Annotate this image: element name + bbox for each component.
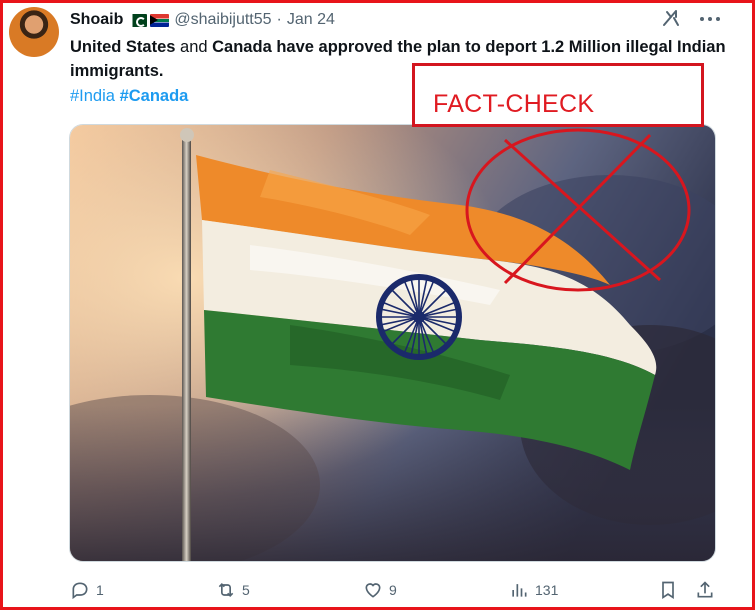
repost-button[interactable]: 5 [216, 580, 250, 600]
repost-icon [218, 582, 234, 598]
like-count: 9 [389, 582, 397, 598]
bookmark-button[interactable] [658, 580, 684, 600]
flag-pakistan-icon [128, 13, 148, 27]
views-icon [512, 584, 527, 597]
hashtag-canada[interactable]: #Canada [120, 87, 189, 105]
hashtag-india[interactable]: #India [70, 87, 115, 105]
avatar[interactable] [9, 7, 59, 57]
user-handle[interactable]: @shaibijutt55 [174, 11, 271, 29]
bookmark-icon [662, 581, 674, 600]
reply-button[interactable]: 1 [70, 580, 104, 600]
timestamp[interactable]: Jan 24 [287, 11, 335, 29]
hashtags: #India #Canada [70, 85, 188, 107]
tweet-actions: 1 5 9 131 [70, 578, 720, 604]
reply-count: 1 [96, 582, 104, 598]
flag-image [70, 125, 715, 561]
fact-check-label: FACT-CHECK [433, 90, 595, 118]
tweet-header: Shoaib @shaibijutt55 · Jan 24 [70, 9, 335, 31]
fact-check-box: FACT-CHECK [412, 63, 704, 127]
flag-south-africa-icon [150, 13, 170, 27]
tweet-image[interactable] [69, 124, 716, 562]
more-icon[interactable] [700, 9, 720, 29]
separator: · [276, 11, 282, 28]
views-count: 131 [535, 582, 559, 598]
display-name[interactable]: Shoaib [70, 11, 123, 29]
share-button[interactable] [695, 580, 721, 600]
share-icon [697, 581, 713, 598]
reply-icon [72, 582, 88, 600]
like-icon [365, 583, 381, 598]
text-part-canada: Canada [212, 38, 272, 56]
grok-icon[interactable] [661, 8, 681, 28]
ashoka-chakra-icon [376, 274, 462, 360]
views-button[interactable]: 131 [509, 580, 558, 600]
like-button[interactable]: 9 [363, 580, 397, 600]
repost-count: 5 [242, 582, 250, 598]
text-part-and: and [175, 38, 213, 56]
text-part-us: United States [70, 38, 176, 56]
